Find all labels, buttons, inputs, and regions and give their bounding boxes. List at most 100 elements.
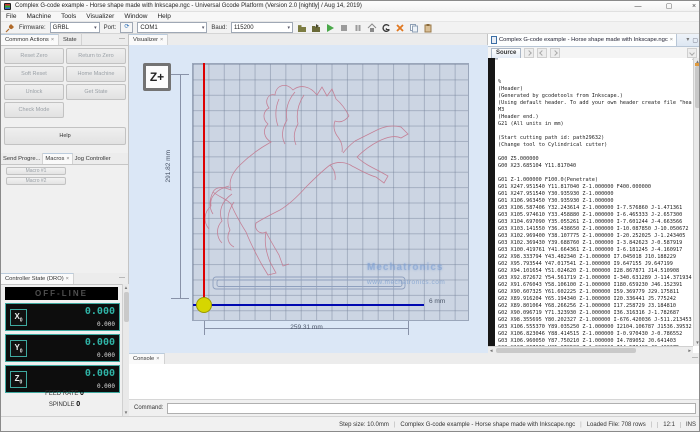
spindle-row: SPINDLE 0 <box>48 401 81 408</box>
dro-scrollbar[interactable]: ▲ ▼ <box>122 284 129 416</box>
close-icon[interactable]: × <box>670 37 673 43</box>
tab-common-actions[interactable]: Common Actions × <box>1 34 60 45</box>
step-size-status: Step size: 10.0mm <box>339 422 389 428</box>
play-icon[interactable] <box>325 23 335 33</box>
home-icon[interactable] <box>367 22 377 33</box>
menu-item[interactable]: Window <box>119 12 152 21</box>
tab-macros[interactable]: Macros × <box>43 153 73 164</box>
code-line: G01 X106.963450 Y30.935930 Z-1.000000 <box>498 198 614 204</box>
dro-axes: X0 0.000 0.000 Y0 0.000 0.000 Z0 0.000 0… <box>1 303 122 416</box>
common-action-button[interactable]: Get State <box>66 84 126 100</box>
axis-zero-button[interactable]: X0 <box>10 309 27 326</box>
tab-state[interactable]: State <box>59 34 82 45</box>
menu-item[interactable]: File <box>1 12 21 21</box>
menu-item[interactable]: Machine <box>21 12 56 21</box>
tab-gcode-file[interactable]: Complex G-code example - Horse shape mad… <box>488 34 677 46</box>
dro-axis-row: Y0 0.000 0.000 <box>5 334 120 362</box>
feed-rate-row: FEED RATE 0 <box>45 390 84 397</box>
code-line: G02 X95.793544 Y47.017541 Z-1.000000 I9.… <box>498 261 673 267</box>
return-to-zero-icon[interactable] <box>381 23 391 33</box>
code-line: % <box>498 79 502 85</box>
command-input[interactable] <box>167 402 696 414</box>
console-output[interactable] <box>129 364 699 400</box>
close-icon[interactable]: × <box>160 37 163 43</box>
common-action-button[interactable]: Unlock <box>4 84 64 100</box>
jump-forward-icon[interactable] <box>550 48 561 58</box>
insert-mode-status: INS <box>679 422 696 428</box>
code-line: G02 X89.916204 Y65.194340 Z-1.000000 I20… <box>498 296 677 302</box>
copy-icon[interactable] <box>409 23 419 33</box>
common-action-button[interactable]: Home Machine <box>66 66 126 82</box>
open-file-icon[interactable] <box>297 23 307 33</box>
connect-plug-icon[interactable] <box>5 23 15 33</box>
baud-select[interactable]: 115200 ▾ <box>231 22 294 33</box>
close-icon[interactable]: × <box>51 37 54 43</box>
tab-console[interactable]: Console × <box>129 353 165 364</box>
last-edit-icon[interactable] <box>524 48 535 58</box>
close-icon[interactable]: × <box>66 276 69 282</box>
firmware-label: Firmware: <box>19 24 46 31</box>
maximize-button[interactable]: ▢ <box>662 1 676 12</box>
port-select[interactable]: COM1 ▾ <box>137 22 208 33</box>
editor-gutter <box>488 58 495 346</box>
common-actions-panel: Common Actions × State — Reset Zero Retur… <box>1 34 129 153</box>
feed-rate-value: 0 <box>80 390 84 397</box>
tab-jog-controller[interactable]: Jog Controller <box>73 153 113 164</box>
editor-hscrollbar[interactable]: ◄ ► <box>488 346 693 353</box>
minimize-button[interactable]: — <box>631 1 645 12</box>
tab-visualizer[interactable]: Visualizer × <box>129 34 169 45</box>
common-action-button[interactable]: Reset Zero <box>4 48 64 64</box>
stop-icon[interactable] <box>339 23 349 33</box>
code-line: G02 X106.823046 Y88.414515 Z-1.000000 I-… <box>498 331 683 337</box>
visualizer-canvas[interactable]: 6 mm Z+ 291.82 mm 259.31 mm Mechatronics… <box>129 45 488 353</box>
close-icon[interactable]: × <box>66 156 69 162</box>
menu-item[interactable]: Help <box>152 12 175 21</box>
jump-back-icon[interactable] <box>537 48 548 58</box>
common-action-button[interactable]: Check Mode <box>4 102 64 118</box>
window-title: Complex G-code example - Horse shape mad… <box>15 3 362 9</box>
firmware-select[interactable]: GRBL ▾ <box>49 22 100 33</box>
code-line: G02 X90.096719 Y71.323930 Z-1.000000 I36… <box>498 310 680 316</box>
file-icon <box>491 36 497 44</box>
menu-item[interactable]: Visualizer <box>81 12 119 21</box>
tab-controller-state[interactable]: Controller State (DRO) × <box>1 273 74 284</box>
maximize-editor-icon[interactable]: ▢ <box>692 37 699 44</box>
axis-zero-button[interactable]: Y0 <box>10 340 27 357</box>
close-icon[interactable]: × <box>156 356 159 362</box>
editor-vscrollbar[interactable]: ▲ ▼ <box>693 58 699 346</box>
common-action-button[interactable]: Return to Zero <box>66 48 126 64</box>
common-action-button[interactable]: Soft Reset <box>4 66 64 82</box>
macro-button[interactable]: Macro #1 <box>6 167 66 175</box>
editor-options-icon[interactable] <box>687 48 697 58</box>
command-label: Command: <box>134 405 164 411</box>
help-button[interactable]: Help <box>4 127 126 145</box>
soft-reset-icon[interactable] <box>395 23 405 33</box>
axis-work-position: 0.000 <box>84 368 115 379</box>
code-line: (Change tool to Cylindrical cutter) <box>498 142 608 148</box>
horse-toolpath <box>204 85 409 290</box>
minimize-panel-icon[interactable]: — <box>689 353 699 364</box>
paste-clipboard-icon[interactable] <box>423 23 433 33</box>
chevron-down-icon: ▾ <box>201 24 205 31</box>
code-line: G03 X102.969400 Y38.107775 Z-1.000000 I-… <box>498 233 686 239</box>
tab-list-dropdown-icon[interactable]: ▾ <box>683 34 692 46</box>
common-actions-tabbar: Common Actions × State — <box>1 34 128 46</box>
code-line: (Header) <box>498 86 523 92</box>
port-refresh-button[interactable]: ⟳ <box>120 22 134 33</box>
code-line: G00 X23.685104 Y11.817040 <box>498 163 577 169</box>
close-button[interactable]: × <box>687 1 699 12</box>
tab-send-progress[interactable]: Send Progre... <box>1 153 44 164</box>
minimize-panel-icon[interactable]: — <box>116 34 128 45</box>
code-line: G03 X100.419761 Y41.664361 Z-1.000000 I-… <box>498 247 683 253</box>
axis-zero-button[interactable]: Z0 <box>10 371 27 388</box>
source-view-button[interactable]: Source <box>491 47 522 59</box>
pause-icon[interactable] <box>353 23 363 33</box>
open-recent-file-icon[interactable] <box>311 23 321 33</box>
title-bar: Complex G-code example - Horse shape mad… <box>1 1 699 12</box>
gcode-source[interactable]: % (Header) (Generated by gcodetools from I… <box>498 58 692 346</box>
macro-button[interactable]: Macro #2 <box>6 177 66 185</box>
minimize-panel-icon[interactable]: — <box>116 273 128 284</box>
common-actions-buttons: Reset Zero Return to Zero Soft Reset Home M… <box>4 48 126 118</box>
menu-item[interactable]: Tools <box>56 12 81 21</box>
